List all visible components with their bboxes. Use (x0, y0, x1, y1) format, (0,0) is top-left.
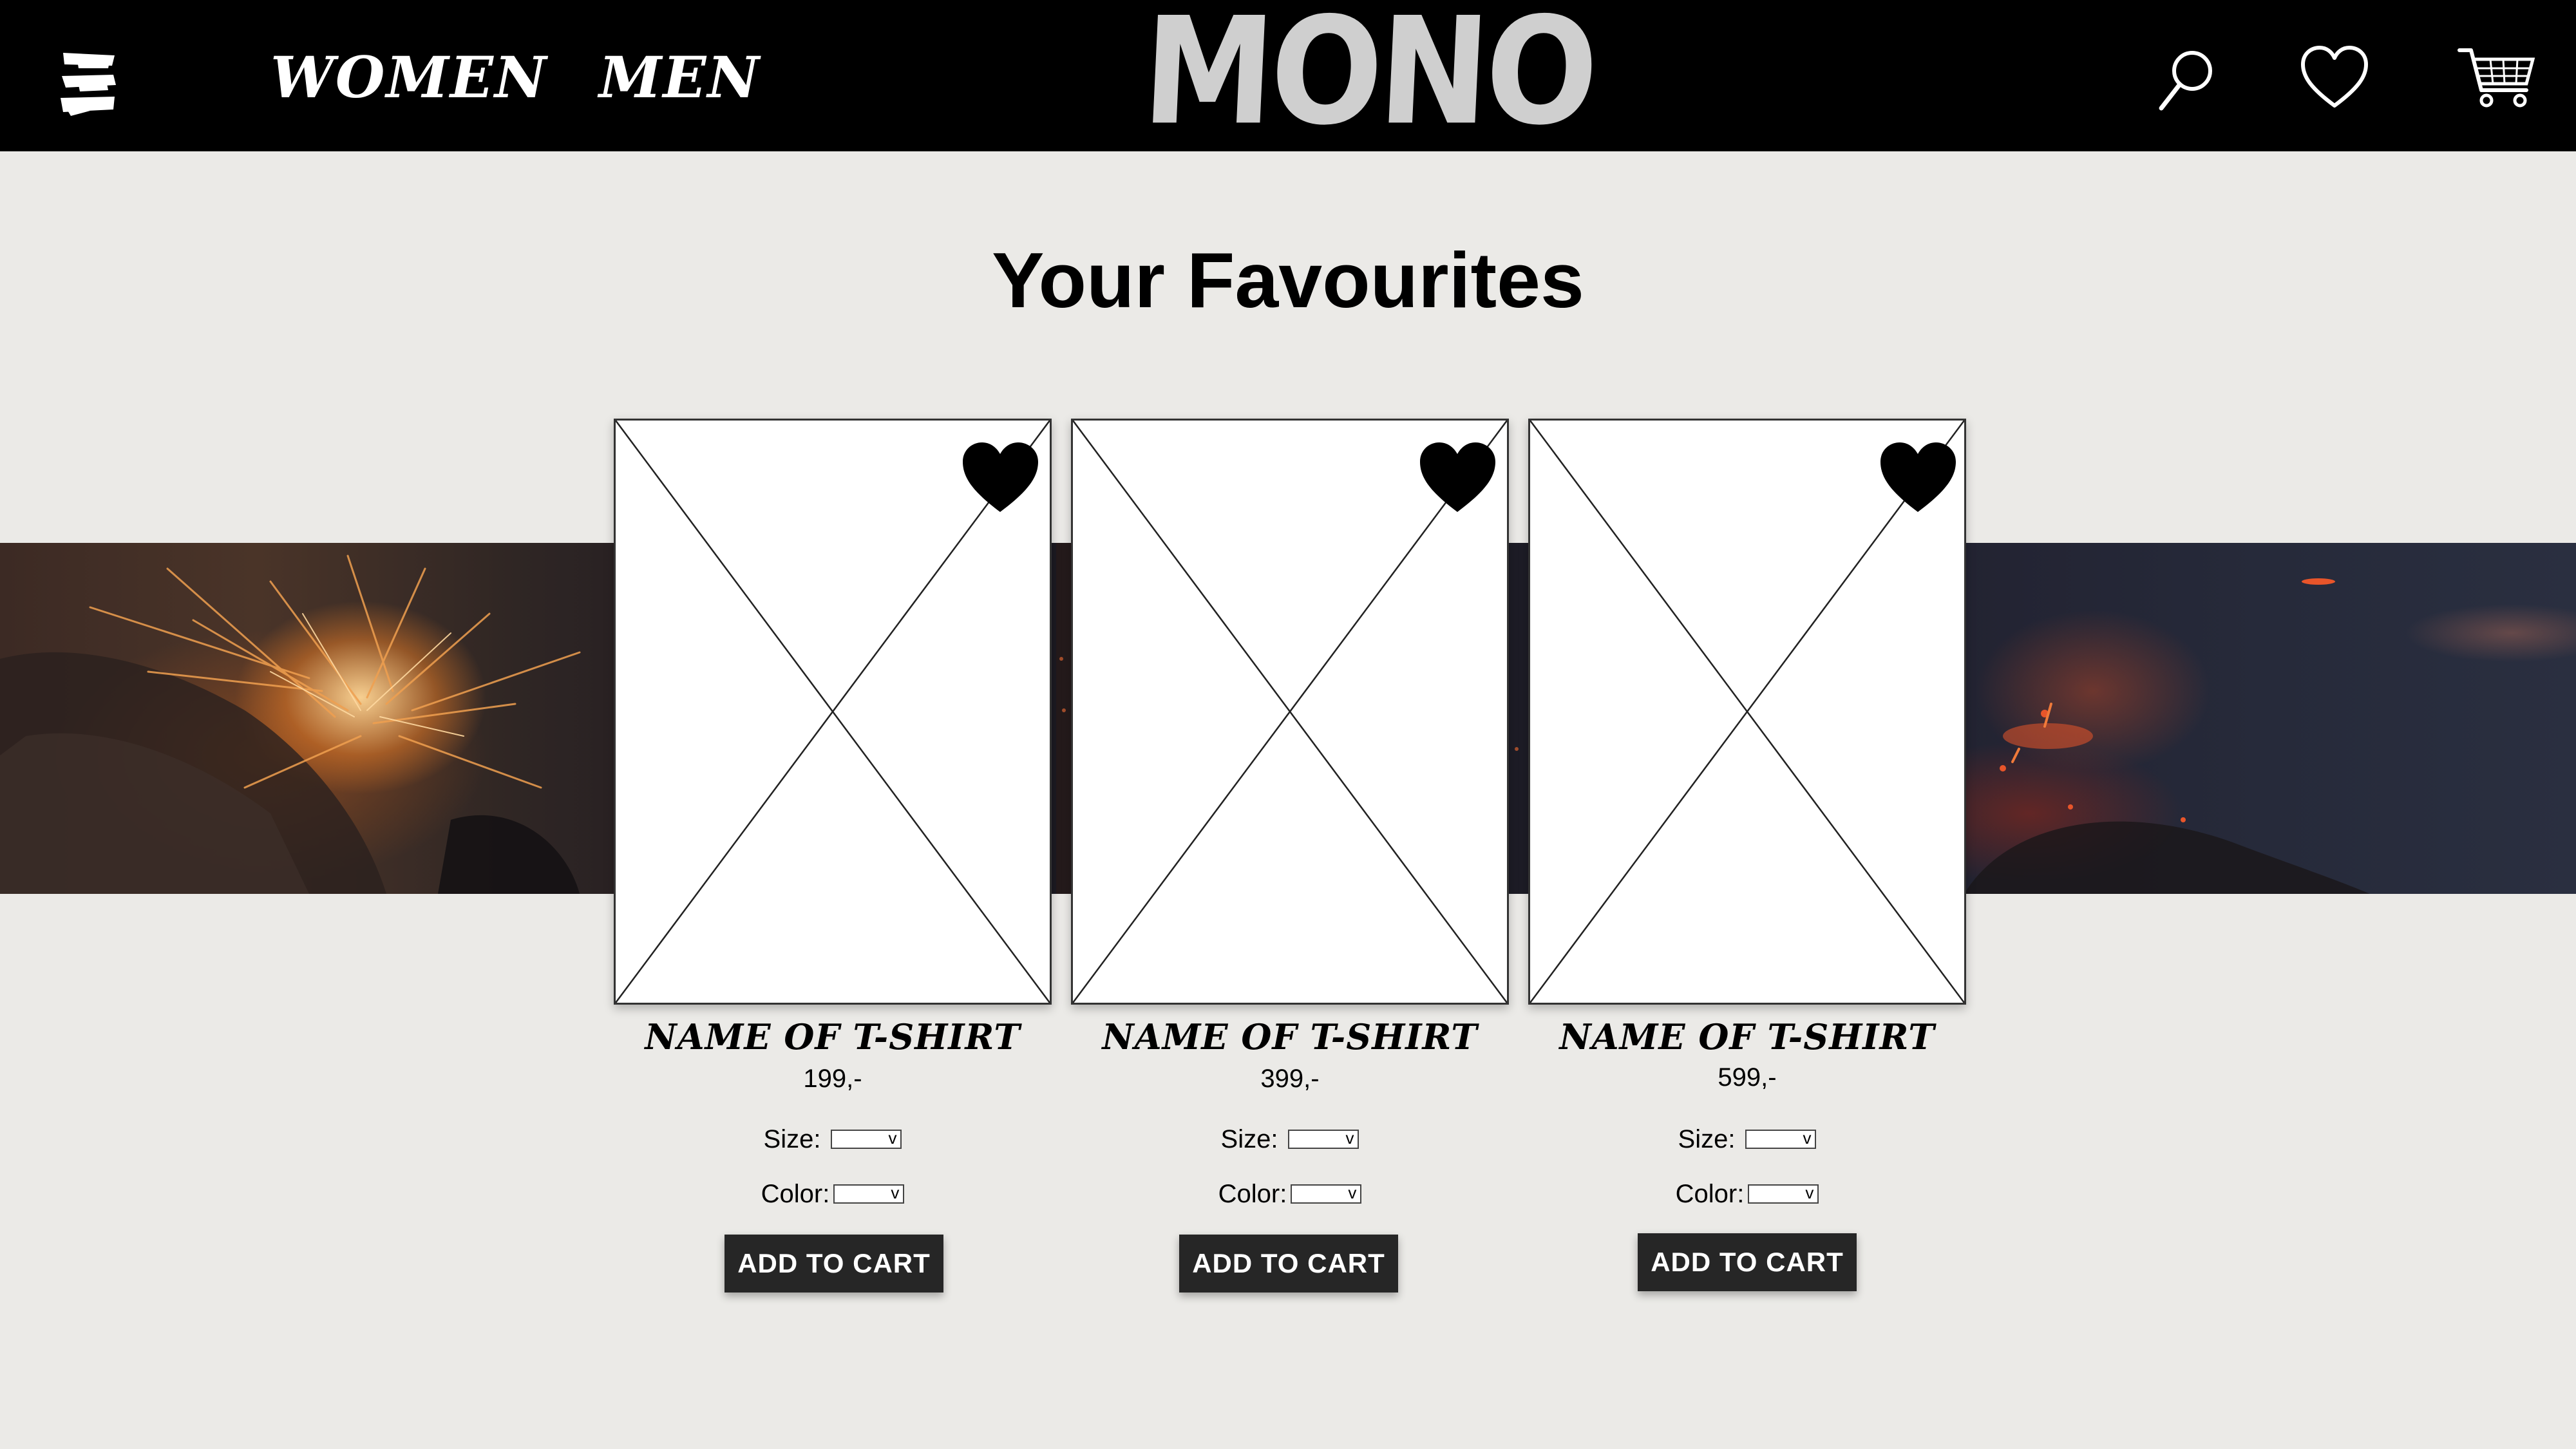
nav-link-women[interactable]: WOMEN (270, 39, 547, 116)
size-option-row: Size: v (614, 1119, 1052, 1157)
product-price: 599,- (1718, 1063, 1777, 1092)
color-option-row: Color: v (1071, 1173, 1509, 1212)
top-navigation-bar: WOMEN MEN MONO (0, 0, 2576, 158)
size-option-row: Size: v (1071, 1119, 1509, 1157)
chevron-down-icon: v (1345, 1128, 1354, 1148)
heart-icon[interactable] (2299, 44, 2370, 115)
color-option-row: Color: v (614, 1173, 1052, 1212)
add-to-cart-button[interactable]: ADD TO CART (724, 1235, 943, 1293)
size-option-row: Size: v (1528, 1119, 1966, 1157)
page-title: Your Favourites (992, 236, 1584, 324)
cart-icon[interactable] (2457, 44, 2537, 115)
add-to-cart-button[interactable]: ADD TO CART (1179, 1235, 1398, 1293)
chevron-down-icon: v (1805, 1183, 1814, 1203)
menu-icon[interactable] (58, 49, 119, 116)
product-name[interactable]: NAME OF T-SHIRT (1528, 1011, 1966, 1063)
color-select[interactable]: v (1291, 1183, 1362, 1204)
size-select[interactable]: v (831, 1128, 902, 1150)
size-label: Size: (1678, 1125, 1736, 1154)
favourite-heart-icon[interactable] (1417, 440, 1498, 514)
color-select[interactable]: v (833, 1183, 905, 1204)
color-label: Color: (1675, 1180, 1745, 1209)
color-option-row: Color: v (1528, 1173, 1966, 1212)
brand-logo[interactable]: MONO (1139, 0, 1598, 158)
chevron-down-icon: v (1348, 1183, 1357, 1203)
favourite-heart-icon[interactable] (1878, 440, 1958, 514)
chevron-down-icon: v (888, 1128, 897, 1148)
chevron-down-icon: v (1803, 1128, 1812, 1148)
size-select[interactable]: v (1745, 1128, 1817, 1150)
product-image-placeholder[interactable] (1528, 419, 1966, 1005)
size-label: Size: (763, 1125, 821, 1154)
product-name[interactable]: NAME OF T-SHIRT (1071, 1011, 1509, 1063)
search-icon[interactable] (2151, 44, 2222, 115)
size-label: Size: (1220, 1125, 1278, 1154)
size-select[interactable]: v (1288, 1128, 1359, 1150)
product-image-placeholder[interactable] (1071, 419, 1509, 1005)
favourite-heart-icon[interactable] (960, 440, 1041, 514)
product-name[interactable]: NAME OF T-SHIRT (614, 1011, 1052, 1063)
color-select[interactable]: v (1748, 1183, 1819, 1204)
nav-link-men[interactable]: MEN (599, 39, 761, 116)
chevron-down-icon: v (891, 1183, 900, 1203)
add-to-cart-button[interactable]: ADD TO CART (1638, 1233, 1857, 1291)
color-label: Color: (761, 1180, 830, 1209)
product-price: 399,- (1260, 1065, 1320, 1093)
color-label: Color: (1218, 1180, 1287, 1209)
product-image-placeholder[interactable] (614, 419, 1052, 1005)
product-price: 199,- (803, 1065, 862, 1093)
